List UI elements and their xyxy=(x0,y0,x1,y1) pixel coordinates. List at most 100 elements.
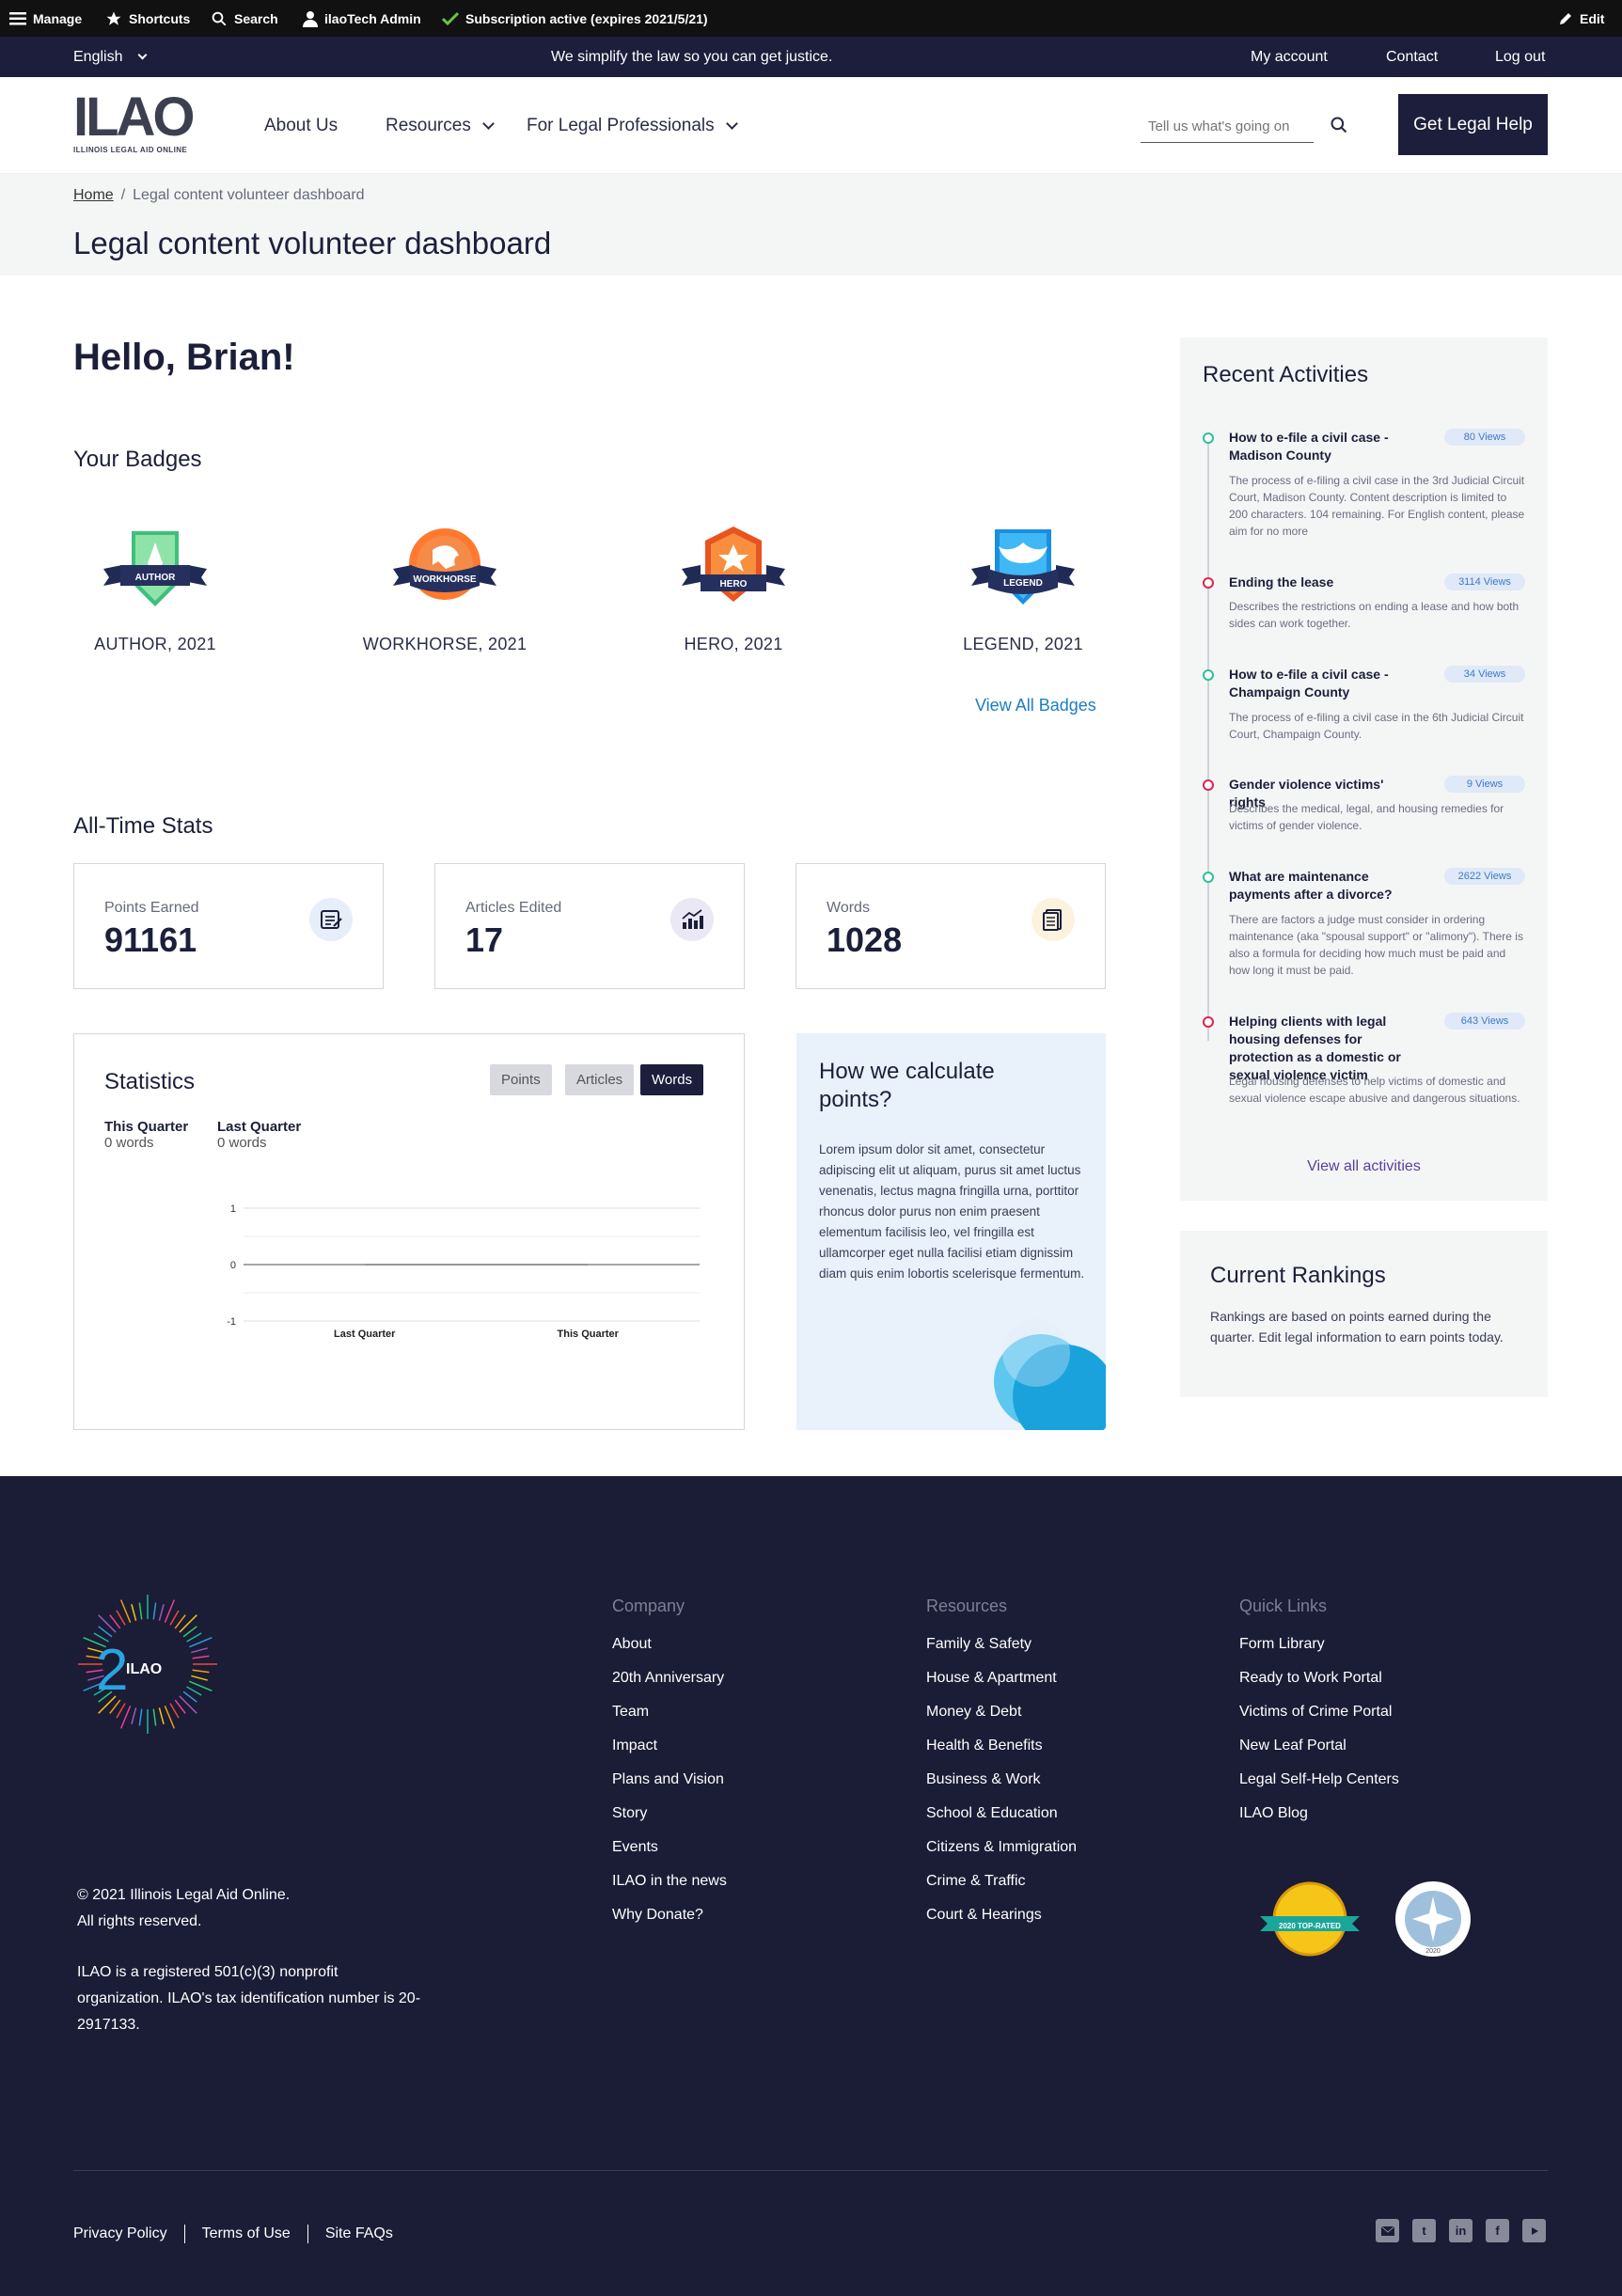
get-legal-help-button[interactable]: Get Legal Help xyxy=(1398,94,1548,155)
footer-link[interactable]: Why Donate? xyxy=(612,1907,727,1941)
footer-link[interactable]: Victims of Crime Portal xyxy=(1239,1704,1399,1738)
views-badge: 3114 Views xyxy=(1444,574,1525,590)
rights-line: All rights reserved. xyxy=(77,1913,202,1929)
footer-link[interactable]: 20th Anniversary xyxy=(612,1670,727,1704)
activity-title[interactable]: Ending the lease xyxy=(1229,574,1417,591)
copyright: © 2021 Illinois Legal Aid Online. All ri… xyxy=(77,1882,290,1935)
badge-workhorse[interactable]: WORKHORSE WORKHORSE, 2021 xyxy=(351,522,539,654)
stat-label: Points Earned xyxy=(104,900,199,916)
footer-link[interactable]: Plans and Vision xyxy=(612,1771,727,1805)
nav-about-us[interactable]: About Us xyxy=(264,77,338,174)
footer-link[interactable]: Money & Debt xyxy=(926,1704,1077,1738)
manage-menu[interactable]: Manage xyxy=(9,0,82,37)
linkedin-icon[interactable]: in xyxy=(1449,2219,1472,2242)
email-icon[interactable] xyxy=(1376,2219,1399,2242)
footer-link[interactable]: ILAO Blog xyxy=(1239,1805,1399,1839)
tab-articles[interactable]: Articles xyxy=(565,1064,635,1095)
status-dot xyxy=(1203,779,1214,791)
footer-link[interactable]: Legal Self-Help Centers xyxy=(1239,1771,1399,1805)
breadcrumb-separator: / xyxy=(120,187,126,203)
view-all-badges-link[interactable]: View All Badges xyxy=(975,696,1096,716)
chevron-down-icon xyxy=(725,117,738,130)
chart-icon xyxy=(670,898,714,941)
footer-link[interactable]: Ready to Work Portal xyxy=(1239,1670,1399,1704)
logout-link[interactable]: Log out xyxy=(1495,37,1545,77)
footer-heading: Quick Links xyxy=(1239,1596,1328,1615)
tab-words[interactable]: Words xyxy=(640,1064,704,1095)
badge-label: AUTHOR, 2021 xyxy=(94,635,216,653)
footer-link[interactable]: Court & Hearings xyxy=(926,1907,1077,1941)
shortcuts-menu[interactable]: Shortcuts xyxy=(105,0,190,37)
footer-link[interactable]: Events xyxy=(612,1839,727,1873)
activity-title[interactable]: How to e-file a civil case - Madison Cou… xyxy=(1229,429,1417,464)
footer-link[interactable]: Health & Benefits xyxy=(926,1738,1077,1771)
stat-label: Articles Edited xyxy=(465,900,562,916)
how-we-calculate-panel: How we calculate points? Lorem ipsum dol… xyxy=(796,1033,1106,1430)
greeting: Hello, Brian! xyxy=(73,337,295,378)
breadcrumb-home[interactable]: Home xyxy=(73,187,114,204)
statistics-chart: 1 0 -1 Last Quarter This Quarter xyxy=(227,1203,700,1340)
site-logo[interactable]: ILAO ILLINOIS LEGAL AID ONLINE xyxy=(73,90,196,157)
search-input[interactable] xyxy=(1141,110,1314,143)
footer-link[interactable]: New Leaf Portal xyxy=(1239,1738,1399,1771)
badge-author[interactable]: AUTHOR AUTHOR, 2021 xyxy=(61,522,249,654)
status-dot xyxy=(1203,1016,1214,1028)
footer-link[interactable]: Business & Work xyxy=(926,1771,1077,1805)
footer-link[interactable]: Form Library xyxy=(1239,1636,1399,1670)
checkmark-icon xyxy=(442,11,459,26)
facebook-icon[interactable]: f xyxy=(1486,2219,1509,2242)
twitter-icon[interactable]: t xyxy=(1412,2219,1436,2242)
views-badge: 643 Views xyxy=(1444,1013,1525,1030)
footer-link[interactable]: Crime & Traffic xyxy=(926,1873,1077,1907)
user-menu[interactable]: ilaoTech Admin xyxy=(303,0,421,37)
footer-link[interactable]: School & Education xyxy=(926,1805,1077,1839)
sunburst-ray xyxy=(138,1602,143,1620)
badge-hero[interactable]: HERO HERO, 2021 xyxy=(639,522,827,654)
utility-bar: English We simplify the law so you can g… xyxy=(0,37,1622,77)
badge-legend[interactable]: LEGEND LEGEND, 2021 xyxy=(929,522,1117,654)
views-badge: 34 Views xyxy=(1444,666,1525,683)
site-faqs-link[interactable]: Site FAQs xyxy=(325,2225,393,2242)
youtube-icon[interactable] xyxy=(1522,2219,1546,2242)
last-quarter-label: Last Quarter xyxy=(217,1119,302,1135)
activity-title[interactable]: What are maintenance payments after a di… xyxy=(1229,868,1417,904)
footer-link[interactable]: Family & Safety xyxy=(926,1636,1077,1670)
footer-link[interactable]: Impact xyxy=(612,1738,727,1771)
edit-menu[interactable]: Edit xyxy=(1558,0,1604,37)
nav-legal-professionals[interactable]: For Legal Professionals xyxy=(527,77,738,174)
footer-link[interactable]: House & Apartment xyxy=(926,1670,1077,1704)
nav-resources[interactable]: Resources xyxy=(386,77,495,174)
privacy-policy-link[interactable]: Privacy Policy xyxy=(73,2225,167,2242)
user-icon xyxy=(303,10,318,27)
badge-text: WORKHORSE xyxy=(413,574,477,585)
search-icon[interactable] xyxy=(1330,116,1348,134)
language-selector[interactable]: English xyxy=(73,37,148,77)
document-icon xyxy=(1031,898,1075,941)
contact-link[interactable]: Contact xyxy=(1386,37,1438,77)
activity-title[interactable]: How to e-file a civil case - Champaign C… xyxy=(1229,666,1417,701)
page-title: Legal content volunteer dashboard xyxy=(73,226,552,260)
recent-activities-panel: Recent Activities How to e-file a civil … xyxy=(1180,338,1548,1201)
footer-link[interactable]: About xyxy=(612,1636,727,1670)
subscription-status[interactable]: Subscription active (expires 2021/5/21) xyxy=(442,0,708,37)
horse-badge-icon: WORKHORSE xyxy=(393,528,496,600)
footer-link[interactable]: Citizens & Immigration xyxy=(926,1839,1077,1873)
breadcrumb: Home / Legal content volunteer dashboard xyxy=(73,187,365,204)
search-menu[interactable]: Search xyxy=(211,0,278,37)
platinum-transparency-seal-icon[interactable]: 2020 xyxy=(1394,1879,1472,1958)
top-rated-seal-icon[interactable]: 2020 TOP-RATED xyxy=(1260,1880,1360,1958)
terms-of-use-link[interactable]: Terms of Use xyxy=(202,2225,291,2242)
footer-heading: Resources xyxy=(926,1596,1008,1615)
sunburst-ray xyxy=(152,1708,157,1726)
status-dot xyxy=(1203,432,1214,444)
status-dot xyxy=(1203,872,1214,883)
my-account-link[interactable]: My account xyxy=(1251,37,1328,77)
footer-link[interactable]: ILAO in the news xyxy=(612,1873,727,1907)
stat-label: Words xyxy=(827,900,870,916)
footer-link[interactable]: Story xyxy=(612,1805,727,1839)
tab-points[interactable]: Points xyxy=(490,1064,552,1095)
view-all-activities-link[interactable]: View all activities xyxy=(1180,1158,1548,1175)
footer-link[interactable]: Team xyxy=(612,1704,727,1738)
sunburst-ray xyxy=(158,1707,165,1724)
y-tick-label: 1 xyxy=(230,1203,236,1215)
